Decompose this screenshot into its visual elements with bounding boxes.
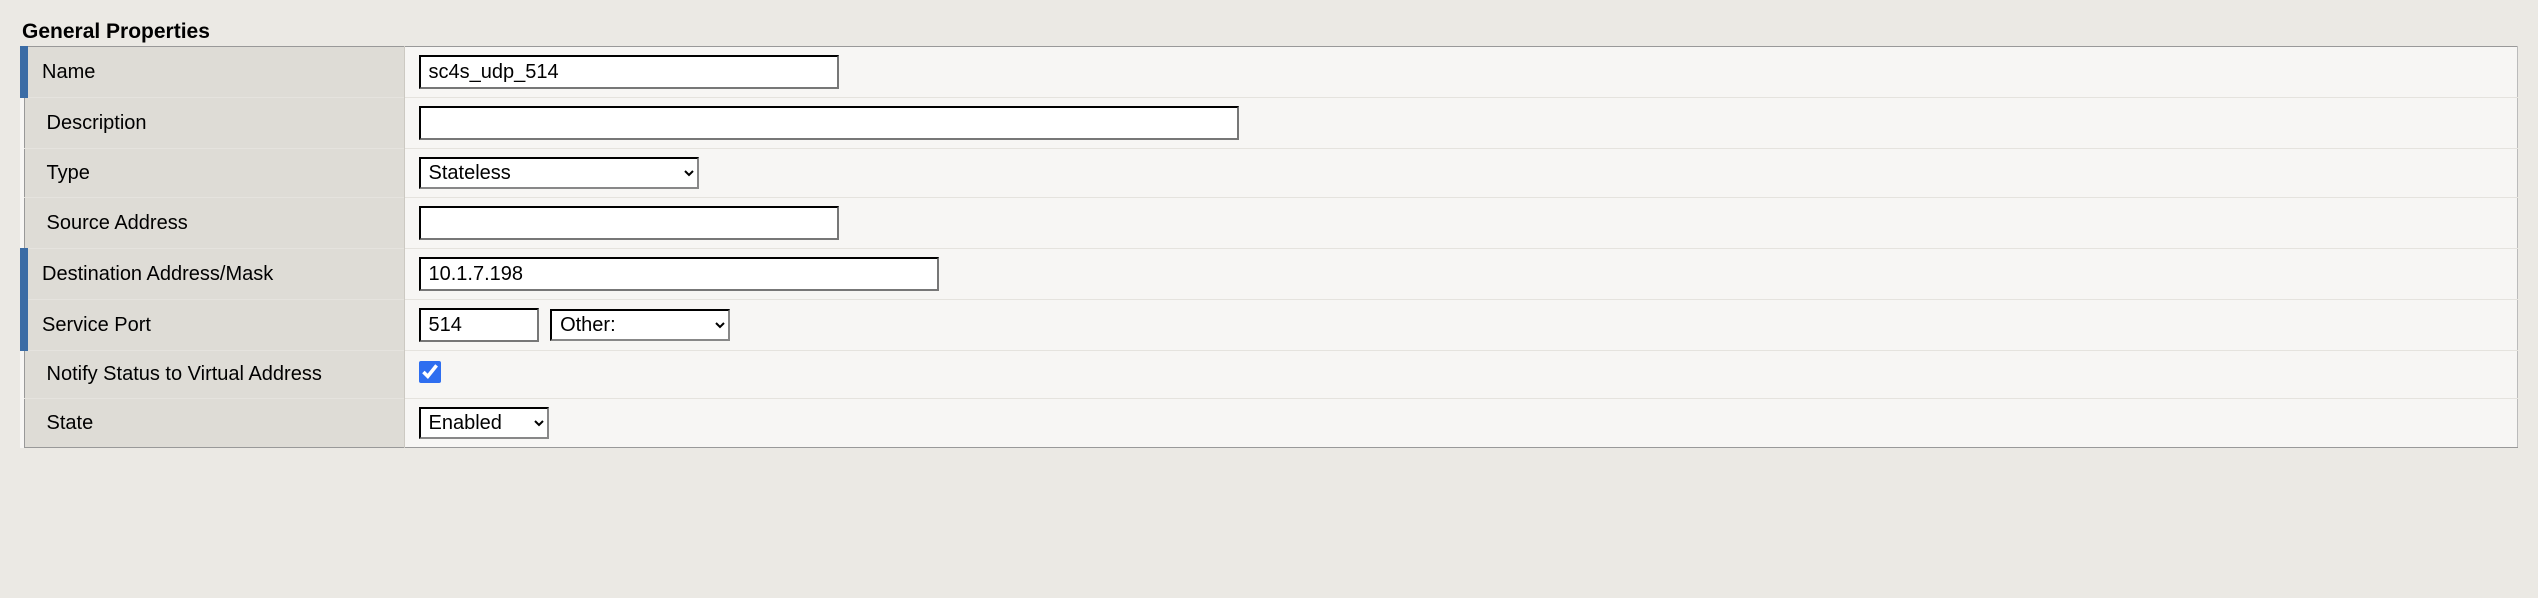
- label-type: Type: [24, 149, 404, 198]
- name-input[interactable]: [419, 55, 839, 89]
- service-port-input[interactable]: [419, 308, 539, 342]
- label-destination-address: Destination Address/Mask: [24, 249, 404, 300]
- general-properties-table: Name Description Type Stateless Source A…: [20, 46, 2518, 448]
- label-service-port: Service Port: [24, 300, 404, 351]
- label-name: Name: [24, 47, 404, 98]
- label-notify-status: Notify Status to Virtual Address: [24, 351, 404, 399]
- description-input[interactable]: [419, 106, 1239, 140]
- label-source-address: Source Address: [24, 198, 404, 249]
- destination-address-input[interactable]: [419, 257, 939, 291]
- label-state: State: [24, 399, 404, 448]
- type-select[interactable]: Stateless: [419, 157, 699, 189]
- service-port-select[interactable]: Other:: [550, 309, 730, 341]
- state-select[interactable]: Enabled: [419, 407, 549, 439]
- notify-status-checkbox[interactable]: [419, 361, 441, 383]
- section-title-general-properties: General Properties: [20, 20, 2518, 44]
- label-description: Description: [24, 98, 404, 149]
- source-address-input[interactable]: [419, 206, 839, 240]
